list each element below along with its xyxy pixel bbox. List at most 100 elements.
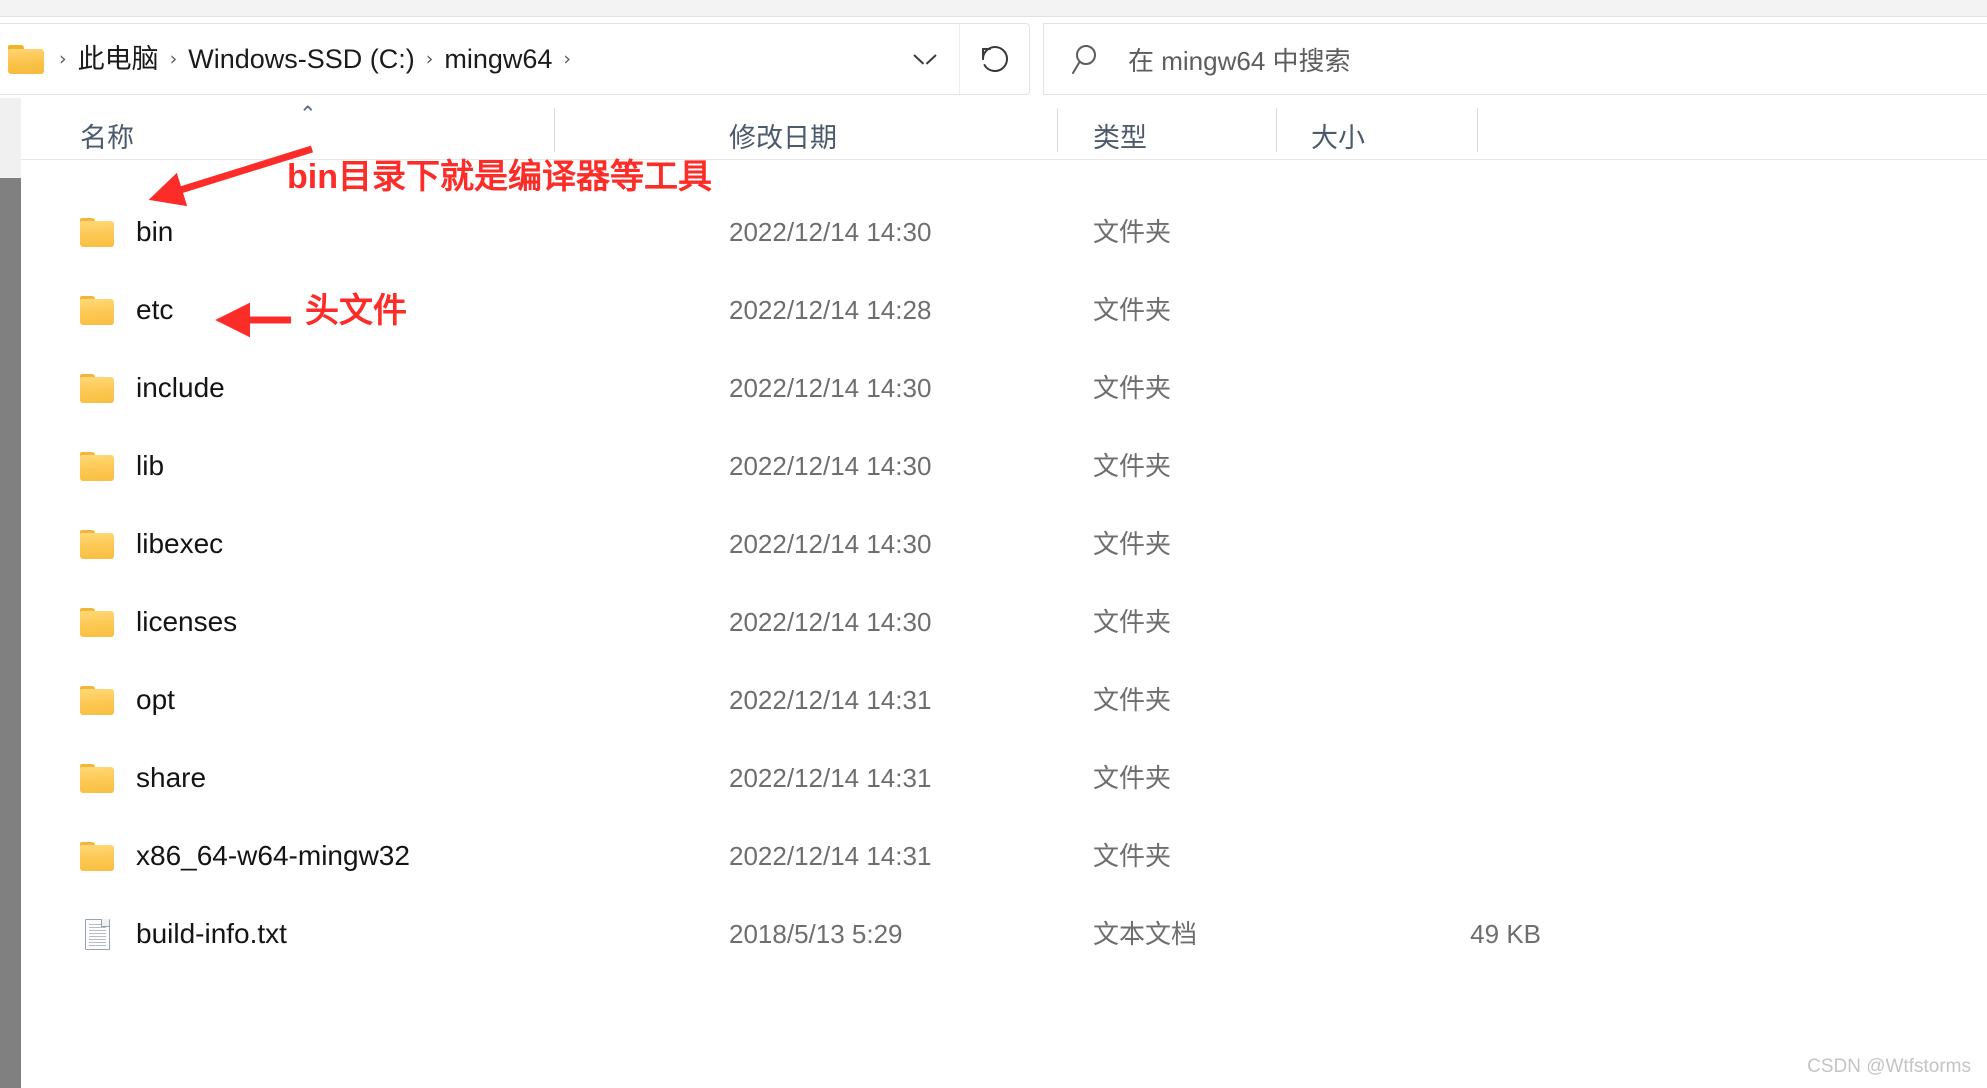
- table-row[interactable]: include 2022/12/14 14:30 文件夹: [21, 349, 1987, 427]
- file-size-cell: [1311, 349, 1541, 427]
- window-top-strip: [0, 0, 1987, 17]
- file-date-cell: 2022/12/14 14:30: [729, 505, 931, 583]
- search-box[interactable]: 在 mingw64 中搜索: [1043, 23, 1987, 95]
- breadcrumb-item-windows-ssd[interactable]: Windows-SSD (C:): [186, 42, 417, 77]
- file-name-cell[interactable]: build-info.txt: [80, 895, 287, 973]
- column-header-type-label: 类型: [1093, 123, 1147, 153]
- file-name-cell[interactable]: lib: [80, 427, 164, 505]
- folder-icon: [80, 841, 114, 871]
- annotation-label-include: 头文件: [305, 292, 407, 330]
- file-date-label: 2022/12/14 14:31: [729, 763, 932, 793]
- annotation-arrow-include: [215, 302, 291, 338]
- search-input[interactable]: 在 mingw64 中搜索: [1128, 41, 1351, 78]
- file-date-label: 2022/12/14 14:30: [729, 529, 932, 559]
- column-divider-3[interactable]: [1276, 108, 1277, 152]
- file-size-cell: [1311, 817, 1541, 895]
- file-date-cell: 2022/12/14 14:31: [729, 739, 931, 817]
- file-date-cell: 2018/5/13 5:29: [729, 895, 903, 973]
- table-row[interactable]: build-info.txt 2018/5/13 5:29 文本文档 49 KB: [21, 895, 1987, 973]
- vertical-scrollbar-thumb[interactable]: [0, 178, 21, 1088]
- sort-ascending-caret-icon: ⌃: [299, 102, 317, 126]
- address-bar-row: › 此电脑 › Windows-SSD (C:) › mingw64 › 在 m…: [0, 17, 1987, 98]
- column-divider-2[interactable]: [1057, 108, 1058, 152]
- file-date-cell: 2022/12/14 14:30: [729, 193, 931, 271]
- annotation-label-bin: bin目录下就是编译器等工具: [287, 158, 712, 196]
- file-type-label: 文件夹: [1093, 295, 1172, 325]
- file-type-cell: 文件夹: [1093, 193, 1171, 271]
- column-header-name[interactable]: 名称: [80, 98, 134, 160]
- file-name-cell[interactable]: etc: [80, 271, 173, 349]
- file-name-cell[interactable]: include: [80, 349, 225, 427]
- file-date-label: 2022/12/14 14:30: [729, 607, 932, 637]
- file-name-cell[interactable]: opt: [80, 661, 175, 739]
- breadcrumb-item-mingw64[interactable]: mingw64: [442, 42, 554, 77]
- file-name-label: lib: [136, 450, 165, 481]
- file-name-label: bin: [136, 216, 174, 247]
- file-list-area: ⌃ 名称 修改日期 类型 大小 bin 2022/12/14 14:30 文件夹…: [0, 98, 1987, 1088]
- file-size-label: 49 KB: [1470, 919, 1541, 949]
- file-size-cell: [1311, 583, 1541, 661]
- file-date-cell: 2022/12/14 14:28: [729, 271, 931, 349]
- file-name-cell[interactable]: licenses: [80, 583, 237, 661]
- address-bar[interactable]: › 此电脑 › Windows-SSD (C:) › mingw64 ›: [0, 23, 1030, 95]
- column-header-name-label: 名称: [80, 123, 134, 153]
- folder-icon: [80, 373, 114, 403]
- file-date-label: 2022/12/14 14:30: [729, 217, 932, 247]
- table-row[interactable]: licenses 2022/12/14 14:30 文件夹: [21, 583, 1987, 661]
- column-header-size[interactable]: 大小: [1311, 98, 1365, 160]
- folder-icon: [80, 529, 114, 559]
- folder-icon: [80, 763, 114, 793]
- file-type-label: 文本文档: [1093, 919, 1198, 949]
- file-date-label: 2022/12/14 14:31: [729, 841, 932, 871]
- folder-icon: [80, 295, 114, 325]
- file-date-cell: 2022/12/14 14:31: [729, 661, 931, 739]
- column-header-date[interactable]: 修改日期: [729, 98, 837, 160]
- file-type-label: 文件夹: [1093, 763, 1172, 793]
- file-size-cell: [1311, 193, 1541, 271]
- file-name-cell[interactable]: x86_64-w64-mingw32: [80, 817, 410, 895]
- file-type-label: 文件夹: [1093, 217, 1172, 247]
- file-type-label: 文件夹: [1093, 685, 1172, 715]
- file-date-label: 2022/12/14 14:30: [729, 373, 932, 403]
- folder-icon: [80, 607, 114, 637]
- file-name-label: etc: [136, 294, 174, 325]
- breadcrumb-separator-1: ›: [169, 47, 178, 70]
- file-name-cell[interactable]: share: [80, 739, 206, 817]
- address-history-dropdown-button[interactable]: [891, 24, 959, 94]
- file-date-label: 2022/12/14 14:30: [729, 451, 932, 481]
- chevron-down-icon: [914, 53, 936, 66]
- breadcrumb[interactable]: › 此电脑 › Windows-SSD (C:) › mingw64 ›: [0, 24, 891, 94]
- file-name-cell[interactable]: libexec: [80, 505, 223, 583]
- breadcrumb-separator-2: ›: [425, 47, 434, 70]
- file-date-cell: 2022/12/14 14:30: [729, 583, 931, 661]
- file-explorer-window: › 此电脑 › Windows-SSD (C:) › mingw64 › 在 m…: [0, 0, 1987, 1088]
- file-type-cell: 文件夹: [1093, 739, 1171, 817]
- column-header-type[interactable]: 类型: [1093, 98, 1147, 160]
- file-type-cell: 文件夹: [1093, 505, 1171, 583]
- breadcrumb-separator-3[interactable]: ›: [554, 49, 580, 69]
- vertical-scrollbar[interactable]: [0, 98, 21, 1088]
- file-date-cell: 2022/12/14 14:30: [729, 349, 931, 427]
- file-date-label: 2018/5/13 5:29: [729, 919, 903, 949]
- file-name-label: opt: [136, 684, 175, 715]
- breadcrumb-item-this-pc[interactable]: 此电脑: [76, 42, 161, 77]
- file-type-cell: 文件夹: [1093, 817, 1171, 895]
- column-divider-1[interactable]: [554, 108, 555, 152]
- file-name-label: x86_64-w64-mingw32: [136, 840, 410, 871]
- file-name-label: share: [136, 762, 207, 793]
- folder-icon: [80, 217, 114, 247]
- table-row[interactable]: libexec 2022/12/14 14:30 文件夹: [21, 505, 1987, 583]
- table-row[interactable]: x86_64-w64-mingw32 2022/12/14 14:31 文件夹: [21, 817, 1987, 895]
- table-row[interactable]: share 2022/12/14 14:31 文件夹: [21, 739, 1987, 817]
- table-row[interactable]: lib 2022/12/14 14:30 文件夹: [21, 427, 1987, 505]
- column-divider-4[interactable]: [1477, 108, 1478, 152]
- folder-icon: [80, 685, 114, 715]
- file-type-cell: 文件夹: [1093, 661, 1171, 739]
- file-type-cell: 文件夹: [1093, 427, 1171, 505]
- breadcrumb-separator-0: ›: [59, 47, 67, 70]
- file-size-cell: [1311, 427, 1541, 505]
- refresh-button[interactable]: [959, 24, 1029, 94]
- file-type-cell: 文本文档: [1093, 895, 1197, 973]
- table-row[interactable]: opt 2022/12/14 14:31 文件夹: [21, 661, 1987, 739]
- file-name-label: build-info.txt: [136, 918, 287, 949]
